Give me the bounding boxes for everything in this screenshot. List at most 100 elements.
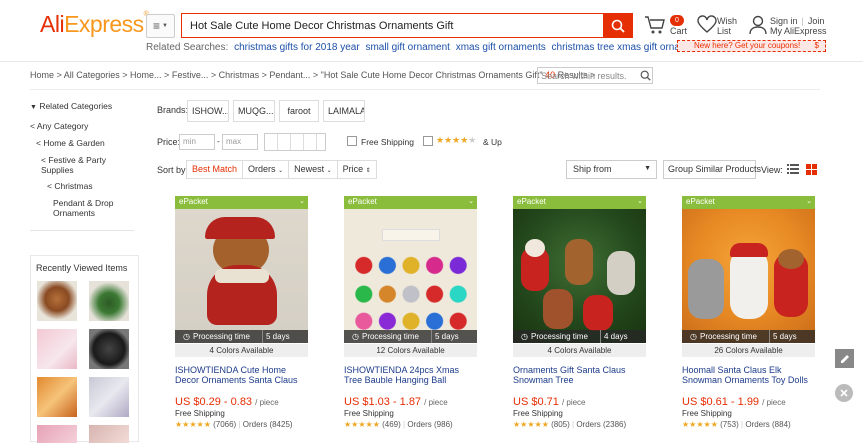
price-unit: / piece: [424, 398, 448, 407]
sort-orders[interactable]: Orders ⌄: [243, 161, 290, 178]
category-menu-button[interactable]: ≡ ▼: [146, 14, 175, 38]
product-image[interactable]: ◷ Processing time 5 days: [682, 209, 815, 343]
grid-view-icon[interactable]: [806, 164, 817, 175]
product-title[interactable]: Ornaments Gift Santa Claus Snowman Tree: [513, 365, 646, 385]
logo-text-express: Express: [64, 11, 144, 37]
chevron-down-icon[interactable]: ⌄: [299, 197, 305, 205]
my-aliexpress-link[interactable]: My AliExpress: [770, 26, 827, 36]
brand-filter[interactable]: ISHOW...: [187, 100, 229, 122]
brand-filter[interactable]: faroot: [279, 100, 319, 122]
product-image-reindeer: [565, 239, 593, 285]
wishlist-label[interactable]: Wish List: [717, 16, 737, 36]
join-link[interactable]: Join: [808, 16, 825, 26]
recent-item-thumbnail[interactable]: [37, 281, 77, 321]
ship-from-label: Ship from: [573, 164, 612, 174]
recent-item-thumbnail[interactable]: [37, 329, 77, 369]
epacket-badge: ePacket ⌄: [513, 196, 646, 209]
colors-available[interactable]: 4 Colors Available: [175, 344, 308, 357]
breadcrumb-path[interactable]: Home > All Categories > Home... > Festiv…: [30, 70, 543, 80]
recent-item-thumbnail[interactable]: [89, 329, 129, 369]
wishlist-button[interactable]: [697, 15, 717, 40]
sign-in-link[interactable]: Sign in: [770, 16, 798, 26]
rating-stars-icon: ★★★★★: [344, 420, 380, 429]
account-button[interactable]: [749, 15, 767, 40]
related-search-link[interactable]: small gift ornament: [365, 42, 449, 53]
search-input[interactable]: Hot Sale Cute Home Decor Christmas Ornam…: [181, 13, 604, 38]
colors-available[interactable]: 12 Colors Available: [344, 344, 477, 357]
sort-price-label: Price: [342, 164, 364, 174]
review-count[interactable]: (753): [720, 420, 739, 429]
related-search-link[interactable]: christmas gifts for 2018 year: [234, 42, 360, 53]
review-count[interactable]: (7066): [213, 420, 236, 429]
coupon-symbol: $: [814, 41, 819, 50]
category-pendant-drop[interactable]: Pendant & Drop: [53, 198, 113, 208]
aliexpress-logo[interactable]: AliExpress®: [40, 11, 149, 38]
recent-item-thumbnail[interactable]: [89, 281, 129, 321]
separator: |: [238, 420, 241, 429]
category-pendant-drop-cont[interactable]: Ornaments: [53, 208, 95, 218]
product-card[interactable]: ePacket ⌄ ◷ Processing time 5 days 12 Colo…: [344, 196, 477, 429]
price-unit: / piece: [561, 398, 586, 407]
recent-item-thumbnail[interactable]: [37, 425, 77, 443]
group-similar-button[interactable]: Group Similar Products: [663, 160, 761, 179]
separator: |: [741, 420, 744, 429]
close-button[interactable]: [835, 384, 853, 402]
processing-time-bar: ◷ Processing time 5 days: [344, 330, 477, 343]
coupon-banner[interactable]: New here? Get your coupons! $: [677, 40, 826, 52]
orders-count: Orders (8425): [242, 420, 293, 429]
orders-count: Orders (2386): [576, 420, 627, 429]
cart-label[interactable]: Cart: [670, 26, 687, 36]
category-home-garden[interactable]: < Home & Garden: [36, 138, 105, 148]
rating-row: ★★★★★ (7066) | Orders (8425): [175, 420, 308, 429]
product-title[interactable]: Hoomall Santa Claus Elk Snowman Ornament…: [682, 365, 815, 385]
feedback-button[interactable]: [835, 349, 854, 368]
ship-from-select[interactable]: Ship from ▼: [566, 160, 657, 179]
product-image-hat: [205, 217, 275, 239]
related-search-link[interactable]: xmas gift ornaments: [456, 42, 546, 53]
review-count[interactable]: (469): [382, 420, 401, 429]
product-image-elk-head: [778, 249, 804, 269]
product-title[interactable]: ISHOWTIENDA 24pcs Xmas Tree Bauble Hangi…: [344, 365, 477, 385]
sort-orders-label: Orders: [248, 164, 276, 174]
recent-item-thumbnail[interactable]: [89, 425, 129, 443]
product-price: US $0.61 - 1.99 / piece: [682, 396, 815, 408]
product-card[interactable]: ePacket ⌄ ◷ Processing time 5 days 4 Color…: [175, 196, 308, 429]
category-festive-party[interactable]: < Festive & Party: [41, 155, 106, 165]
price-min-input[interactable]: min: [179, 134, 215, 150]
breadcrumb: Home > All Categories > Home... > Festiv…: [30, 70, 595, 80]
colors-available[interactable]: 26 Colors Available: [682, 344, 815, 357]
category-festive-party-cont[interactable]: Supplies: [41, 165, 74, 175]
review-count[interactable]: (805): [551, 420, 570, 429]
colors-available[interactable]: 4 Colors Available: [513, 344, 646, 357]
sort-newest[interactable]: Newest ⌄: [289, 161, 338, 178]
category-christmas[interactable]: < Christmas: [47, 181, 93, 191]
search-within-input[interactable]: Search within results.: [537, 67, 653, 84]
rating-row: ★★★★★ (805) | Orders (2386): [513, 420, 646, 429]
recent-item-thumbnail[interactable]: [89, 377, 129, 417]
product-image[interactable]: ◷ Processing time 5 days: [175, 209, 308, 343]
product-image[interactable]: ◷ Processing time 5 days: [344, 209, 477, 343]
brand-filter[interactable]: MUQG...: [233, 100, 275, 122]
price-max-input[interactable]: max: [222, 134, 258, 150]
sort-best-match[interactable]: Best Match: [187, 161, 244, 178]
search-icon[interactable]: [640, 70, 651, 81]
brand-filter[interactable]: LAIMALA: [323, 100, 365, 122]
chevron-down-icon[interactable]: ⌄: [637, 197, 643, 205]
processing-days: 4 days: [600, 330, 628, 343]
product-image[interactable]: ◷ Processing time 4 days: [513, 209, 646, 343]
search-button[interactable]: [603, 13, 633, 38]
free-shipping-label[interactable]: Free Shipping: [361, 137, 414, 147]
chevron-down-icon[interactable]: ⌄: [806, 197, 812, 205]
product-title[interactable]: ISHOWTIENDA Cute Home Decor Ornaments Sa…: [175, 365, 308, 385]
category-any[interactable]: < Any Category: [30, 121, 88, 131]
rating-filter-checkbox[interactable]: [423, 136, 433, 146]
product-card[interactable]: ePacket ⌄ ◷ Processing time 4 days 4 Color…: [513, 196, 646, 429]
recent-item-thumbnail[interactable]: [37, 377, 77, 417]
chevron-down-icon[interactable]: ⌄: [468, 197, 474, 205]
product-card[interactable]: ePacket ⌄ ◷ Processing time 5 days 26 Colo…: [682, 196, 815, 429]
free-shipping-checkbox[interactable]: [347, 136, 357, 146]
sort-price[interactable]: Price ⇕: [338, 161, 376, 178]
product-price: US $0.29 - 0.83 / piece: [175, 396, 308, 408]
price-histogram[interactable]: [264, 133, 326, 151]
list-view-icon[interactable]: [787, 164, 799, 174]
